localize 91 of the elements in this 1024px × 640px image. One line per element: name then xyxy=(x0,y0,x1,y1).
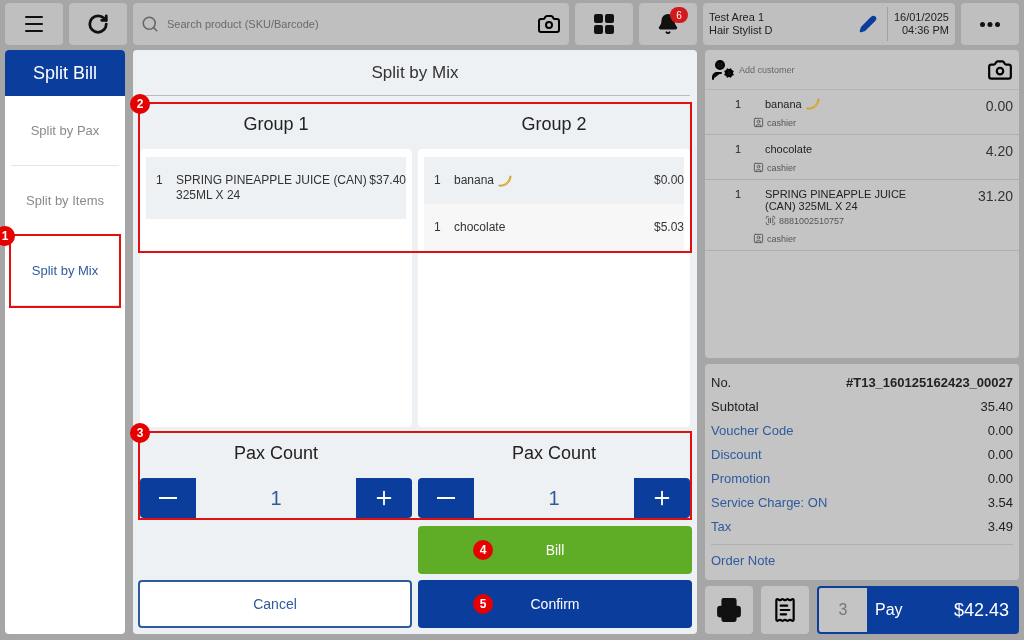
order-item-row[interactable]: 1 chocolate cashier 4.20 xyxy=(705,135,1019,180)
refresh-button[interactable] xyxy=(69,3,127,45)
summary-value: 0.00 xyxy=(987,470,1013,486)
order-note-link[interactable]: Order Note xyxy=(711,544,1013,574)
item-name: banana xyxy=(454,173,495,188)
summary-label[interactable]: Service Charge: ON xyxy=(711,494,828,510)
summary-label: No. xyxy=(711,374,732,390)
pay-amount: $42.43 xyxy=(953,598,1010,622)
summary-value: 3.54 xyxy=(987,494,1013,510)
staff-name: Hair Stylist D xyxy=(709,24,774,37)
grid-button[interactable] xyxy=(575,3,633,45)
search-field[interactable]: Search product (SKU/Barcode) xyxy=(165,17,531,31)
barcode-icon xyxy=(765,215,776,226)
callout-badge: 2 xyxy=(130,94,150,114)
more-icon xyxy=(980,21,1000,27)
group-item-row[interactable]: 1 SPRING PINEAPPLE JUICE (CAN) 325ML X 24 $37.40 xyxy=(146,157,406,219)
item-qty: 1 xyxy=(735,143,742,155)
more-button[interactable] xyxy=(961,3,1019,45)
receipt-icon xyxy=(772,597,798,623)
item-price: $37.40 xyxy=(369,173,406,188)
summary-label[interactable]: Voucher Code xyxy=(711,422,794,438)
search-bar[interactable]: Search product (SKU/Barcode) xyxy=(133,3,569,45)
staff-icon xyxy=(753,233,764,244)
refresh-icon xyxy=(87,13,109,35)
split-option[interactable]: Split by Mix xyxy=(11,236,119,306)
notification-badge: 6 xyxy=(670,7,688,23)
receipt-button[interactable] xyxy=(761,586,809,634)
staff-icon xyxy=(753,117,764,128)
staff-text: cashier xyxy=(767,162,796,173)
date-text: 16/01/2025 xyxy=(893,11,949,24)
increase-button[interactable] xyxy=(634,478,690,518)
pay-label: Pay xyxy=(874,600,904,620)
summary-label[interactable]: Promotion xyxy=(711,470,771,486)
minus-icon xyxy=(159,497,177,499)
pax-count-label: Pax Count xyxy=(232,442,320,465)
summary-value: 35.40 xyxy=(980,398,1013,414)
search-icon xyxy=(141,15,159,33)
item-name: SPRING PINEAPPLE JUICE (CAN) 325ML X 24 xyxy=(176,173,368,203)
add-customer-icon[interactable] xyxy=(711,57,735,82)
barcode-text: 8881002510757 xyxy=(779,215,845,226)
split-option[interactable]: Split by Pax xyxy=(11,96,119,166)
menu-button[interactable] xyxy=(5,3,63,45)
item-name: SPRING PINEAPPLE JUICE (CAN) 325ML X 24 xyxy=(765,188,908,212)
item-qty: 1 xyxy=(156,173,164,188)
increase-button[interactable] xyxy=(356,478,412,518)
time-text: 04:36 PM xyxy=(901,24,949,37)
summary-value: #T13_160125162423_00027 xyxy=(846,374,1013,390)
item-amount: 31.20 xyxy=(977,188,1013,206)
print-button[interactable] xyxy=(705,586,753,634)
summary-value: 3.49 xyxy=(987,518,1013,534)
group-item-row[interactable]: 1 chocolate $5.03 xyxy=(424,204,684,251)
pay-button[interactable]: 3 Pay $42.43 xyxy=(817,586,1019,634)
pay-count: 3 xyxy=(819,588,867,632)
item-price: $0.00 xyxy=(653,173,684,188)
item-price: $5.03 xyxy=(653,220,684,235)
item-qty: 1 xyxy=(434,220,442,235)
summary-label[interactable]: Tax xyxy=(711,518,732,534)
pax-count-label: Pax Count xyxy=(510,442,598,465)
edit-icon[interactable] xyxy=(858,15,877,33)
callout-badge: 3 xyxy=(130,423,150,443)
staff-text: cashier xyxy=(767,233,796,244)
item-qty: 1 xyxy=(434,173,442,188)
summary-label: Subtotal xyxy=(711,398,759,414)
item-name: banana xyxy=(765,98,802,110)
item-qty: 1 xyxy=(735,98,742,110)
group-title: Group 2 xyxy=(520,113,588,136)
minus-icon xyxy=(437,497,455,499)
camera-icon[interactable] xyxy=(537,12,561,36)
staff-icon xyxy=(753,162,764,173)
dialog-title: Split by Mix xyxy=(140,50,690,96)
order-item-row[interactable]: 1 banana cashier 0.00 xyxy=(705,90,1019,135)
printer-icon xyxy=(716,597,742,623)
summary-label[interactable]: Discount xyxy=(711,446,762,462)
summary-value: 0.00 xyxy=(987,422,1013,438)
item-name: chocolate xyxy=(765,143,813,155)
staff-text: cashier xyxy=(767,117,796,128)
item-amount: 0.00 xyxy=(985,98,1013,116)
area-name: Test Area 1 xyxy=(709,11,766,24)
grid-icon xyxy=(592,12,616,36)
add-customer-link[interactable]: Add customer xyxy=(739,64,983,75)
cancel-button[interactable]: Cancel xyxy=(138,580,412,628)
group-title: Group 1 xyxy=(242,113,310,136)
notification-button[interactable]: 6 xyxy=(639,3,697,45)
item-qty: 1 xyxy=(735,188,742,200)
split-bill-title: Split Bill xyxy=(5,50,125,96)
order-item-row[interactable]: 1 SPRING PINEAPPLE JUICE (CAN) 325ML X 24 8881002510757 cashier 31.20 xyxy=(705,180,1019,251)
summary-value: 0.00 xyxy=(987,446,1013,462)
group-item-row[interactable]: 1 banana $0.00 xyxy=(424,157,684,204)
item-amount: 4.20 xyxy=(985,143,1013,161)
item-name: chocolate xyxy=(454,220,506,235)
callout-badge: 1 xyxy=(0,226,15,246)
